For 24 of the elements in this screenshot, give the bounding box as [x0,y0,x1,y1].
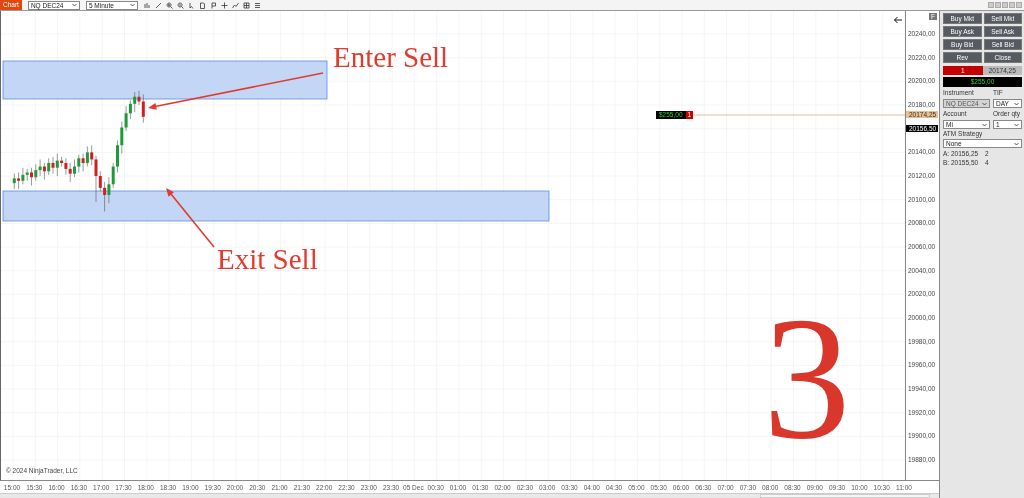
crosshair-icon[interactable] [220,1,228,9]
caret-icon [1014,141,1019,146]
step-number: 3 [763,291,851,466]
grid-icon[interactable] [242,1,250,9]
zoom-in-icon[interactable] [165,1,173,9]
caret-icon [982,122,987,127]
arrow [166,188,215,248]
list-icon[interactable] [253,1,261,9]
caret-icon [1014,101,1019,106]
annotation-text: Enter Sell [333,43,449,72]
scroll-thumb[interactable] [760,494,930,498]
cursor-icon[interactable] [187,1,195,9]
line-chart-icon[interactable] [231,1,239,9]
pencil-icon[interactable] [154,1,162,9]
document-icon[interactable] [198,1,206,9]
caret-icon [71,3,77,7]
back-arrow-icon[interactable] [893,16,903,24]
scrollbar[interactable] [0,493,939,498]
caret-icon [982,101,987,106]
annotation-text: Exit Sell [217,245,318,274]
caret-icon [1014,122,1019,127]
zoom-out-icon[interactable] [176,1,184,9]
caret-icon [129,3,135,7]
bar-chart-icon[interactable] [143,1,151,9]
